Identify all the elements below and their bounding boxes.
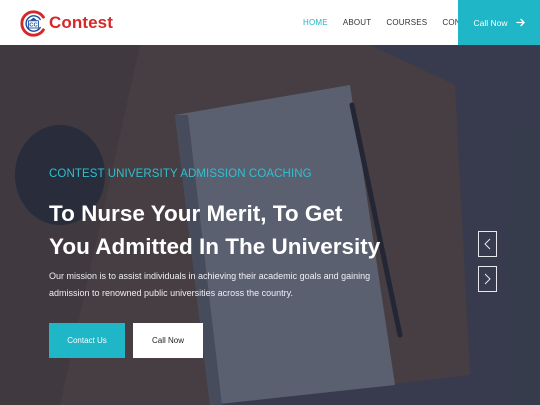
brand-name: Contest	[49, 13, 113, 32]
slider-prev-button[interactable]	[478, 231, 497, 257]
cc-badge-logo-icon: CC	[20, 9, 45, 37]
nav-call-now-label: Call Now	[473, 17, 508, 28]
hero-slider: CONTEST UNIVERSITY ADMISSION COACHING To…	[0, 45, 540, 405]
nav-home[interactable]: HOME	[303, 18, 328, 27]
hero-headline: To Nurse Your Merit, To Get You Admitted…	[49, 201, 381, 259]
chevron-right-icon	[484, 273, 491, 285]
nav-call-now-button[interactable]: Call Now	[458, 0, 540, 45]
chevron-left-icon	[484, 238, 491, 250]
call-now-button[interactable]: Call Now	[133, 323, 203, 358]
slider-next-button[interactable]	[478, 266, 497, 292]
top-navbar: CC Contest HOME ABOUT COURSES CONTACT Ca…	[0, 0, 540, 45]
hero-subtext: Our mission is to assist individuals in …	[49, 271, 371, 298]
hero-eyebrow: CONTEST UNIVERSITY ADMISSION COACHING	[49, 168, 312, 180]
nav-about[interactable]: ABOUT	[343, 18, 372, 27]
arrow-right-icon	[515, 18, 525, 27]
svg-text:CC: CC	[29, 22, 38, 28]
nav-courses[interactable]: COURSES	[386, 18, 427, 27]
contact-us-button[interactable]: Contact Us	[49, 323, 125, 358]
brand-link[interactable]: CC Contest	[20, 3, 113, 43]
